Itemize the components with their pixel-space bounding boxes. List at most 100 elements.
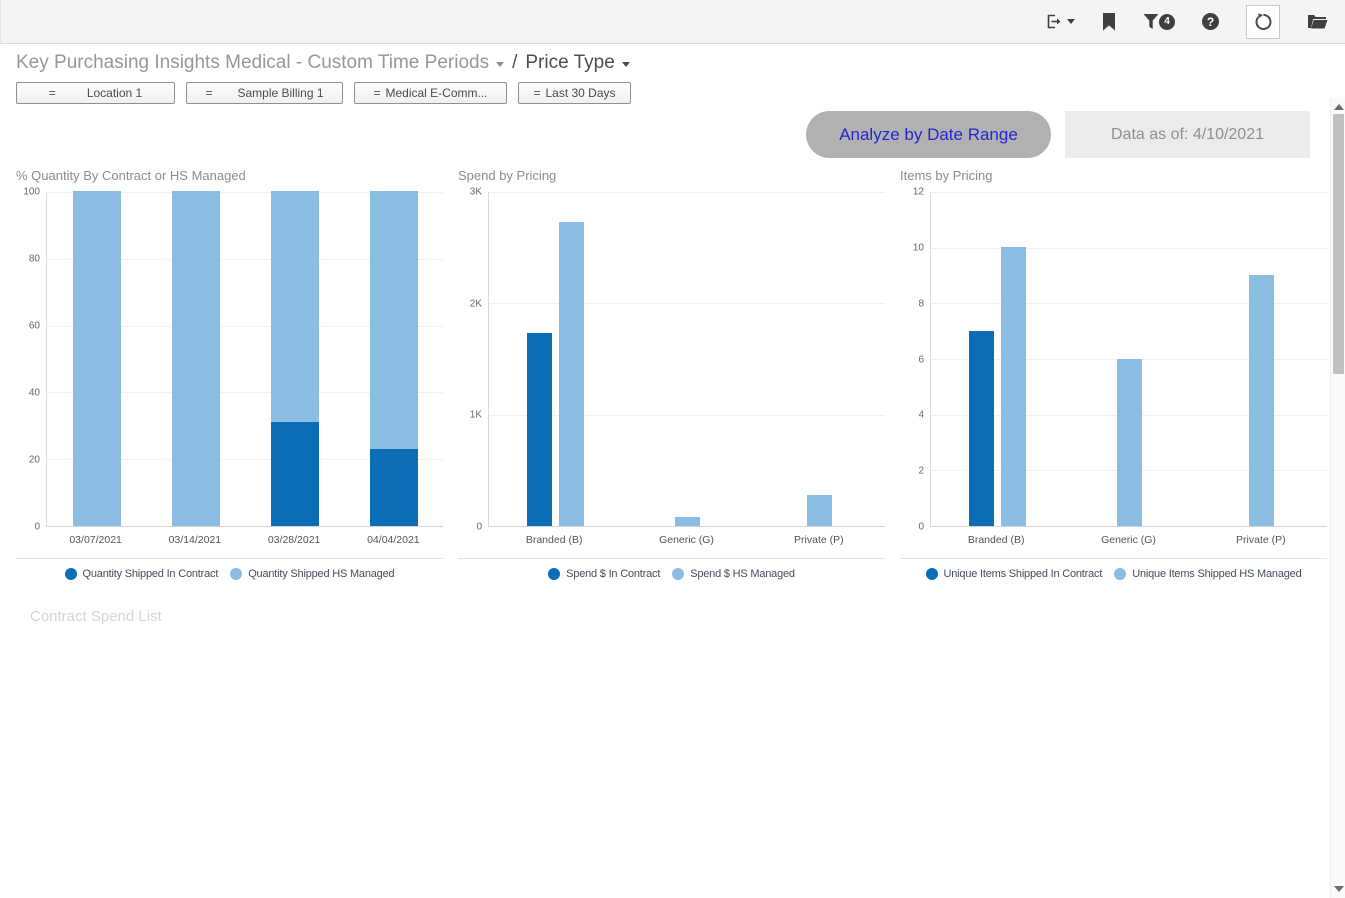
caret-down-icon — [1067, 19, 1075, 24]
x-tick-label: Branded (B) — [488, 534, 620, 546]
filter-chip-last-30-days[interactable]: = Last 30 Days — [518, 82, 631, 104]
chart-spend-by-pricing: Spend by Pricing 01K2K3K Branded (B)Gene… — [458, 168, 885, 580]
divider — [458, 558, 885, 559]
analyze-by-date-range-button[interactable]: Analyze by Date Range — [806, 111, 1051, 158]
category-slot — [621, 192, 753, 526]
dashboard-title: Key Purchasing Insights Medical - Custom… — [16, 52, 489, 74]
dashboard-title-dropdown[interactable]: Key Purchasing Insights Medical - Custom… — [16, 52, 504, 74]
y-tick-label: 40 — [29, 388, 40, 399]
action-row: Analyze by Date Range Data as of: 4/10/2… — [0, 111, 1310, 158]
y-tick-label: 2K — [470, 298, 482, 309]
chart-quantity-by-contract: % Quantity By Contract or HS Managed 0 20… — [16, 168, 443, 580]
y-tick-label: 12 — [913, 187, 924, 198]
legend-item[interactable]: Quantity Shipped In Contract — [65, 568, 219, 580]
bar[interactable] — [559, 222, 584, 526]
legend-item[interactable]: Spend $ In Contract — [548, 568, 660, 580]
legend-item[interactable]: Unique Items Shipped In Contract — [926, 568, 1103, 580]
scroll-up-icon[interactable] — [1334, 104, 1344, 110]
bar[interactable] — [675, 517, 700, 526]
y-tick-label: 10 — [913, 242, 924, 253]
y-tick-label: 8 — [918, 298, 924, 309]
x-tick-label: Generic (G) — [1062, 534, 1194, 546]
refresh-icon[interactable] — [1246, 5, 1280, 39]
chart-items-by-pricing: Items by Pricing 024681012 Branded (B)Ge… — [900, 168, 1327, 580]
bar[interactable] — [1249, 275, 1274, 526]
legend-label: Spend $ In Contract — [566, 568, 660, 580]
folder-icon[interactable] — [1307, 13, 1328, 30]
x-tick-label: Branded (B) — [930, 534, 1062, 546]
bar-segment[interactable] — [172, 191, 220, 526]
y-tick-label: 20 — [29, 455, 40, 466]
category-slot — [245, 192, 344, 526]
x-tick-label: 04/04/2021 — [344, 534, 443, 546]
y-tick-label: 0 — [34, 522, 40, 533]
legend-item[interactable]: Spend $ HS Managed — [672, 568, 795, 580]
x-axis-labels: Branded (B)Generic (G)Private (P) — [488, 534, 885, 546]
filter-chip-billing[interactable]: = Sample Billing 1 — [186, 82, 343, 104]
legend-label: Spend $ HS Managed — [690, 568, 795, 580]
breadcrumb: Key Purchasing Insights Medical - Custom… — [0, 44, 1345, 74]
caret-down-icon — [622, 62, 630, 67]
category-slot — [47, 192, 146, 526]
divider — [16, 558, 443, 559]
page-title-dropdown[interactable]: Price Type — [525, 52, 629, 74]
bar-segment[interactable] — [370, 191, 418, 449]
filter-chip-location[interactable]: = Location 1 — [16, 82, 175, 104]
x-tick-label: 03/28/2021 — [245, 534, 344, 546]
caret-down-icon — [496, 62, 504, 67]
x-tick-label: Generic (G) — [620, 534, 752, 546]
category-slot — [1063, 192, 1195, 526]
bar[interactable] — [1117, 359, 1142, 527]
scroll-down-icon[interactable] — [1334, 886, 1344, 892]
category-slot — [753, 192, 885, 526]
legend-dot-icon — [230, 568, 242, 580]
help-icon[interactable]: ? — [1202, 13, 1219, 30]
legend-label: Unique Items Shipped HS Managed — [1132, 568, 1301, 580]
chart-legend: Quantity Shipped In Contract Quantity Shi… — [16, 568, 443, 580]
y-axis: 01K2K3K — [458, 192, 488, 527]
filter-count-badge: 4 — [1159, 14, 1175, 30]
chart-legend: Spend $ In Contract Spend $ HS Managed — [458, 568, 885, 580]
bar[interactable] — [527, 333, 552, 526]
filter-chip-row: = Location 1 = Sample Billing 1 = Medica… — [0, 74, 1345, 104]
bar[interactable] — [1001, 247, 1026, 526]
legend-label: Unique Items Shipped In Contract — [944, 568, 1103, 580]
chart-title: % Quantity By Contract or HS Managed — [16, 168, 443, 183]
bar[interactable] — [807, 495, 832, 526]
chart-legend: Unique Items Shipped In Contract Unique I… — [900, 568, 1327, 580]
x-tick-label: Private (P) — [1195, 534, 1327, 546]
contract-spend-list-title: Contract Spend List — [30, 608, 1345, 625]
legend-dot-icon — [672, 568, 684, 580]
legend-dot-icon — [926, 568, 938, 580]
export-icon[interactable] — [1044, 12, 1075, 31]
top-toolbar: 4 ? — [0, 0, 1345, 44]
filter-icon[interactable]: 4 — [1143, 13, 1175, 30]
vertical-scrollbar[interactable] — [1330, 97, 1345, 898]
bar-segment[interactable] — [271, 191, 319, 422]
bar[interactable] — [969, 331, 994, 526]
x-tick-label: Private (P) — [753, 534, 885, 546]
page-title: Price Type — [525, 52, 614, 74]
bar-segment[interactable] — [370, 449, 418, 526]
y-axis: 024681012 — [900, 192, 930, 527]
legend-item[interactable]: Quantity Shipped HS Managed — [230, 568, 394, 580]
x-axis-labels: 03/07/202103/14/202103/28/202104/04/2021 — [46, 534, 443, 546]
legend-dot-icon — [1114, 568, 1126, 580]
bar-segment[interactable] — [271, 422, 319, 526]
data-as-of-label: Data as of: 4/10/2021 — [1065, 111, 1310, 158]
y-tick-label: 60 — [29, 321, 40, 332]
legend-item[interactable]: Unique Items Shipped HS Managed — [1114, 568, 1301, 580]
legend-label: Quantity Shipped In Contract — [83, 568, 219, 580]
bookmark-icon[interactable] — [1102, 13, 1116, 31]
y-tick-label: 80 — [29, 254, 40, 265]
scrollbar-thumb[interactable] — [1333, 114, 1344, 374]
charts-row: % Quantity By Contract or HS Managed 0 20… — [0, 158, 1345, 580]
category-slot — [344, 192, 443, 526]
bar-segment[interactable] — [73, 191, 121, 526]
y-tick-label: 1K — [470, 410, 482, 421]
y-tick-label: 0 — [918, 522, 924, 533]
category-slot — [1195, 192, 1327, 526]
filter-chip-medical-ecomm[interactable]: = Medical E-Comm... — [354, 82, 507, 104]
legend-dot-icon — [548, 568, 560, 580]
category-slot — [489, 192, 621, 526]
